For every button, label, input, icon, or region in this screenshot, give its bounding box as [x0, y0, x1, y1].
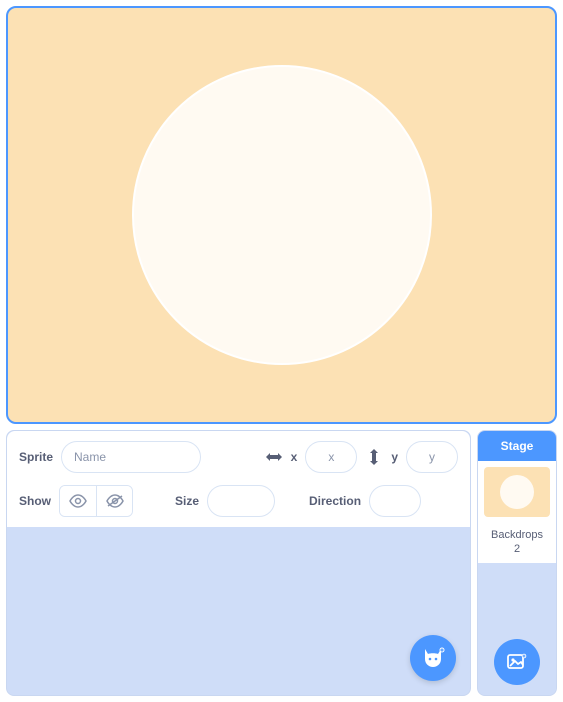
visibility-toggle [59, 485, 133, 517]
cat-icon [420, 645, 446, 671]
sprite-info-bar: Sprite Name x x y y [7, 431, 470, 527]
hide-sprite-button[interactable] [96, 486, 132, 516]
sprite-info-row-1: Sprite Name x x y y [19, 441, 458, 473]
stage-canvas[interactable] [6, 6, 557, 424]
vertical-arrows-icon [365, 448, 383, 466]
direction-label: Direction [309, 494, 361, 508]
sprite-y-input[interactable]: y [406, 441, 458, 473]
eye-icon [69, 494, 87, 508]
sprite-x-input[interactable]: x [305, 441, 357, 473]
sprite-info-row-2: Show Size [19, 485, 458, 517]
sprite-x-value: x [328, 450, 334, 464]
thumb-circle [500, 475, 534, 509]
add-sprite-button[interactable] [410, 635, 456, 681]
stage-backdrop-circle [132, 65, 432, 365]
x-axis-label: x [291, 450, 298, 464]
sprite-direction-input[interactable] [369, 485, 421, 517]
eye-slash-icon [106, 494, 124, 508]
sprite-size-input[interactable] [207, 485, 275, 517]
backdrops-count: 2 [478, 543, 556, 563]
stage-panel: Stage Backdrops 2 [477, 430, 557, 696]
sprite-label: Sprite [19, 450, 53, 464]
show-label: Show [19, 494, 51, 508]
stage-thumbnail [484, 467, 550, 517]
image-icon [506, 651, 528, 673]
sprite-panel: Sprite Name x x y y [6, 430, 471, 696]
backdrops-label: Backdrops [478, 523, 556, 543]
stage-thumbnail-wrap[interactable] [478, 461, 556, 523]
sprite-name-placeholder: Name [74, 450, 106, 464]
y-axis-label: y [391, 450, 398, 464]
add-backdrop-button[interactable] [494, 639, 540, 685]
show-sprite-button[interactable] [60, 486, 96, 516]
sprite-name-input[interactable]: Name [61, 441, 201, 473]
sprite-stage-panels: Sprite Name x x y y [6, 430, 557, 696]
size-label: Size [175, 494, 199, 508]
add-backdrop-wrap [478, 629, 556, 695]
horizontal-arrows-icon [265, 448, 283, 466]
stage-header: Stage [478, 431, 556, 461]
sprite-list [7, 527, 470, 695]
sprite-y-value: y [429, 450, 435, 464]
stage-panel-spacer [478, 563, 556, 629]
